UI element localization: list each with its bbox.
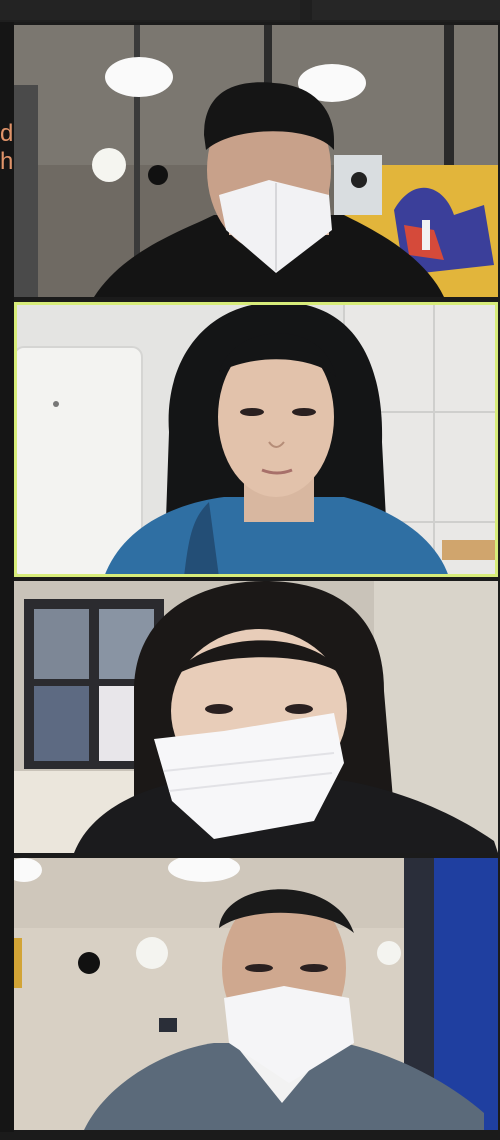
participant-tile-3[interactable]: [14, 581, 498, 853]
participant-video-3: [14, 581, 498, 853]
participant-video-2: [14, 302, 498, 577]
shared-text-line: d: [0, 120, 14, 147]
participant-video-4: [14, 858, 498, 1130]
shared-text-line: h: [0, 148, 14, 175]
toolbar-segment: [312, 0, 500, 20]
participant-tile-2[interactable]: [14, 302, 498, 577]
participant-video-1: [14, 25, 498, 297]
video-call-window: d h: [0, 0, 500, 1140]
shared-screen-text: d h: [0, 120, 14, 176]
toolbar-segment: [0, 0, 300, 20]
participant-tile-1[interactable]: [14, 25, 498, 297]
participant-tile-4[interactable]: [14, 858, 498, 1130]
top-toolbar-strip: [0, 0, 500, 22]
shared-screen-edge: [0, 22, 14, 1132]
